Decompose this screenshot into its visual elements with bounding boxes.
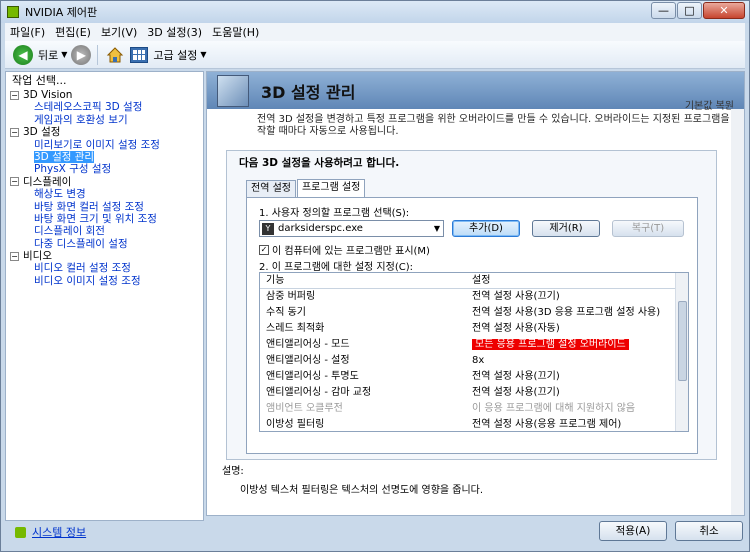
- title-bar[interactable]: NVIDIA 제어판 — □ ✕: [1, 1, 749, 23]
- collapse-icon[interactable]: −: [10, 251, 19, 261]
- content-header: 3D 설정 관리 기본값 복원: [207, 72, 744, 112]
- maximize-button[interactable]: □: [677, 2, 702, 19]
- table-row[interactable]: 앤티앨리어싱 - 모드 모든 응용 프로그램 설정 오버라이드: [260, 337, 688, 353]
- task-tree: −3D Vision 스테레오스코픽 3D 설정 게임과의 호환성 보기 −3D…: [6, 89, 203, 287]
- table-row[interactable]: 스레드 최적화 전역 설정 사용(자동): [260, 321, 688, 337]
- table-scrollbar[interactable]: [675, 273, 688, 431]
- tree-node-3d-settings[interactable]: −3D 설정: [10, 126, 203, 138]
- tree-item[interactable]: 미리보기로 이미지 설정 조정: [10, 139, 203, 151]
- group-title: 다음 3D 설정을 사용하려고 합니다.: [239, 157, 400, 169]
- menu-edit[interactable]: 편집(E): [50, 24, 96, 40]
- nvidia-logo-icon: [7, 6, 19, 18]
- checkmark-icon[interactable]: ✓: [259, 244, 269, 255]
- settings-table: 기능 설정 삼중 버퍼링 전역 설정 사용(끄기) 수직 동기 전역 설정 사용(3…: [259, 272, 689, 432]
- back-arrow-icon[interactable]: ◀: [13, 44, 33, 65]
- toolbar-separator: [97, 44, 99, 65]
- restore-defaults-link[interactable]: 기본값 복원: [685, 97, 734, 112]
- tree-item-selected[interactable]: 3D 설정 관리: [10, 150, 203, 164]
- scroll-thumb[interactable]: [678, 301, 687, 381]
- step2-label: 2. 이 프로그램에 대한 설정 지정(C):: [259, 262, 413, 273]
- chevron-down-icon[interactable]: ▼: [431, 224, 443, 233]
- tree-item[interactable]: PhysX 구성 설정: [10, 163, 203, 175]
- table-row[interactable]: 앰비언트 오클루전 이 응용 프로그램에 대해 지원하지 않음: [260, 401, 688, 417]
- close-button[interactable]: ✕: [703, 2, 745, 19]
- toolbar: ◀ 뒤로 ▼ ▶ 고급 설정 ▼: [5, 41, 745, 69]
- settings-group: 다음 3D 설정을 사용하려고 합니다. 전역 설정 프로그램 설정 1. 사용…: [226, 150, 717, 460]
- advanced-dropdown-icon[interactable]: ▼: [200, 50, 206, 59]
- table-row[interactable]: 앤티앨리어싱 - 설정 8x: [260, 353, 688, 369]
- program-value: darksiderspc.exe: [278, 223, 363, 234]
- highlighted-setting[interactable]: 모든 응용 프로그램 설정 오버라이드: [472, 339, 629, 350]
- settings-tabs: 전역 설정 프로그램 설정: [246, 179, 366, 198]
- tab-body: 1. 사용자 정의할 프로그램 선택(S): Y darksiderspc.ex…: [246, 197, 698, 454]
- restore-button[interactable]: 복구(T): [612, 220, 684, 237]
- content-scrollbar[interactable]: [731, 109, 744, 515]
- collapse-icon[interactable]: −: [10, 127, 19, 137]
- dialog-buttons: 적용(A) 취소: [599, 521, 743, 541]
- tree-node-display[interactable]: − 디스플레이: [10, 176, 203, 188]
- system-info-link[interactable]: 시스템 정보: [32, 524, 86, 540]
- description-block: 설명: 이방성 텍스처 필터링은 텍스처의 선명도에 영향을 줍니다.: [222, 462, 483, 496]
- content-pane: 3D 설정 관리 기본값 복원 전역 3D 설정을 변경하고 특정 프로그램을 …: [206, 71, 745, 516]
- add-button[interactable]: 추가(D): [452, 220, 520, 237]
- step1-label: 1. 사용자 정의할 프로그램 선택(S):: [259, 208, 410, 219]
- home-icon[interactable]: [106, 46, 124, 64]
- description-label: 설명:: [222, 466, 244, 477]
- advanced-settings-icon[interactable]: [130, 46, 149, 63]
- tree-node-video[interactable]: − 비디오: [10, 250, 203, 262]
- info-icon: [15, 526, 26, 538]
- collapse-icon[interactable]: −: [10, 177, 19, 187]
- back-dropdown-icon[interactable]: ▼: [61, 50, 67, 59]
- tab-program-settings[interactable]: 프로그램 설정: [296, 179, 366, 197]
- advanced-settings-label[interactable]: 고급 설정: [153, 47, 197, 63]
- task-pane: 작업 선택... −3D Vision 스테레오스코픽 3D 설정 게임과의 호…: [5, 71, 204, 521]
- table-row[interactable]: 앤티앨리어싱 - 투명도 전역 설정 사용(끄기): [260, 369, 688, 385]
- table-row[interactable]: 삼중 버퍼링 전역 설정 사용(끄기): [260, 289, 688, 305]
- window-title: NVIDIA 제어판: [25, 6, 98, 19]
- program-icon: Y: [262, 222, 274, 235]
- checkbox-label: 이 컴퓨터에 있는 프로그램만 표시(M): [272, 246, 430, 257]
- minimize-button[interactable]: —: [651, 2, 676, 19]
- tree-item[interactable]: 디스플레이 회전: [10, 225, 203, 237]
- back-label[interactable]: 뒤로: [38, 47, 58, 63]
- tree-item[interactable]: 스테레오스코픽 3D 설정: [10, 101, 203, 113]
- page-title: 3D 설정 관리: [261, 82, 356, 102]
- tree-item[interactable]: 바탕 화면 크기 및 위치 조정: [10, 213, 203, 225]
- tree-item[interactable]: 바탕 화면 컬러 설정 조정: [10, 201, 203, 213]
- apply-button[interactable]: 적용(A): [599, 521, 667, 541]
- menu-file[interactable]: 파일(F): [5, 24, 50, 40]
- menu-help[interactable]: 도움말(H): [207, 24, 264, 40]
- table-row[interactable]: 수직 동기 전역 설정 사용(3D 응용 프로그램 설정 사용): [260, 305, 688, 321]
- col-feature[interactable]: 기능: [260, 273, 468, 288]
- tree-item[interactable]: 비디오 컬러 설정 조정: [10, 262, 203, 274]
- forward-arrow-icon[interactable]: ▶: [71, 44, 92, 65]
- description-text: 이방성 텍스처 필터링은 텍스처의 선명도에 영향을 줍니다.: [240, 485, 484, 496]
- tree-node-3d-vision[interactable]: −3D Vision: [10, 89, 203, 101]
- table-header: 기능 설정: [260, 273, 688, 289]
- col-setting[interactable]: 설정: [468, 273, 668, 288]
- table-row[interactable]: 이방성 필터링 전역 설정 사용(응용 프로그램 제어): [260, 417, 688, 431]
- table-row[interactable]: 앤티앨리어싱 - 감마 교정 전역 설정 사용(끄기): [260, 385, 688, 401]
- remove-button[interactable]: 제거(R): [532, 220, 600, 237]
- 3d-cube-icon: [217, 74, 249, 107]
- cancel-button[interactable]: 취소: [675, 521, 743, 541]
- menu-bar: 파일(F) 편집(E) 보기(V) 3D 설정(3) 도움말(H): [5, 23, 745, 41]
- show-local-programs-checkbox[interactable]: ✓ 이 컴퓨터에 있는 프로그램만 표시(M): [259, 242, 430, 257]
- collapse-icon[interactable]: −: [10, 90, 19, 100]
- system-info: 시스템 정보: [5, 522, 204, 542]
- program-select[interactable]: Y darksiderspc.exe ▼: [259, 220, 444, 237]
- app-window: NVIDIA 제어판 — □ ✕ 파일(F) 편집(E) 보기(V) 3D 설정…: [0, 0, 750, 552]
- tab-global-settings[interactable]: 전역 설정: [246, 180, 296, 197]
- tree-item[interactable]: 해상도 변경: [10, 188, 203, 200]
- task-pane-header: 작업 선택...: [6, 72, 203, 89]
- menu-3d-settings[interactable]: 3D 설정(3): [142, 24, 207, 40]
- page-description: 전역 3D 설정을 변경하고 특정 프로그램을 위한 오버라이드를 만들 수 있…: [257, 114, 742, 137]
- tree-item[interactable]: 다중 디스플레이 설정: [10, 238, 203, 250]
- menu-view[interactable]: 보기(V): [96, 24, 142, 40]
- tree-item[interactable]: 비디오 이미지 설정 조정: [10, 275, 203, 287]
- tree-item[interactable]: 게임과의 호환성 보기: [10, 114, 203, 126]
